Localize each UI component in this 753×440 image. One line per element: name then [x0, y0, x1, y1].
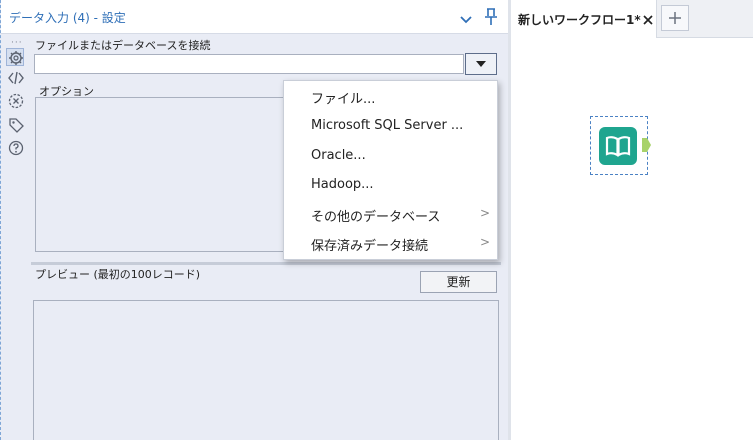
tag-icon[interactable]: [7, 116, 25, 134]
connection-input[interactable]: [34, 54, 464, 74]
pin-icon[interactable]: [483, 7, 499, 27]
menu-item-hadoop[interactable]: Hadoop...: [284, 171, 497, 200]
menu-item-label: その他のデータベース: [311, 210, 441, 225]
help-icon[interactable]: [7, 139, 25, 157]
panel-header: データ入力 (4) - 設定: [1, 0, 509, 34]
panel-title: データ入力 (4) - 設定: [9, 11, 126, 25]
side-toolstrip: ···: [5, 38, 27, 168]
connection-dropdown-menu: ファイル... Microsoft SQL Server ... Oracle.…: [283, 80, 498, 260]
connect-label: ファイルまたはデータベースを接続: [35, 39, 211, 52]
grip-icon: ···: [11, 38, 23, 48]
menu-item-other-databases[interactable]: その他のデータベース >: [284, 200, 497, 229]
gear-icon[interactable]: [6, 48, 24, 66]
menu-item-file[interactable]: ファイル...: [284, 82, 497, 111]
chevron-down-icon[interactable]: [459, 11, 473, 24]
panel-splitter[interactable]: [31, 262, 501, 265]
workflow-canvas[interactable]: [511, 38, 753, 440]
tab-label: 新しいワークフロー1*: [518, 13, 641, 27]
menu-item-label: 保存済みデータ接続: [311, 239, 429, 254]
code-icon[interactable]: [7, 69, 25, 87]
output-anchor-icon[interactable]: [642, 138, 651, 152]
preview-label: プレビュー (最初の100レコード): [35, 268, 201, 281]
menu-item-label: Oracle...: [311, 148, 366, 163]
menu-item-sql-server[interactable]: Microsoft SQL Server ...: [284, 112, 497, 141]
workflow-tabbar: 新しいワークフロー1*: [511, 0, 753, 38]
menu-item-label: ファイル...: [311, 92, 376, 107]
preview-area: [33, 300, 499, 440]
menu-item-oracle[interactable]: Oracle...: [284, 142, 497, 171]
add-tab-button[interactable]: [661, 5, 689, 31]
close-icon[interactable]: [642, 11, 654, 25]
connection-dropdown-button[interactable]: [465, 53, 497, 75]
refresh-button[interactable]: 更新: [420, 271, 497, 293]
caret-down-icon: [476, 61, 486, 67]
submenu-arrow-icon: >: [480, 235, 491, 249]
annotation-icon[interactable]: [7, 92, 25, 110]
menu-item-label: Hadoop...: [311, 177, 374, 192]
menu-item-saved-connections[interactable]: 保存済みデータ接続 >: [284, 229, 497, 258]
tab-new-workflow[interactable]: 新しいワークフロー1*: [511, 0, 657, 38]
book-icon: [599, 127, 637, 165]
plus-icon: [669, 12, 681, 24]
input-data-tool[interactable]: [590, 116, 648, 175]
submenu-arrow-icon: >: [480, 206, 491, 220]
menu-item-label: Microsoft SQL Server ...: [311, 118, 464, 133]
